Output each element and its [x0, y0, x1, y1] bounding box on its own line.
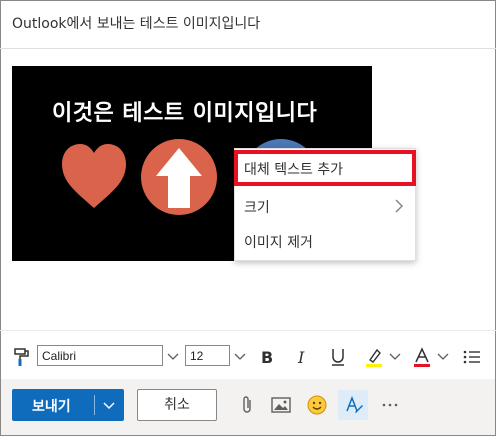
- send-button[interactable]: 보내기: [12, 389, 124, 421]
- chevron-down-icon[interactable]: [231, 347, 249, 365]
- image-context-menu: 대체 텍스트 추가 크기 이미지 제거: [234, 148, 416, 261]
- emoji-icon[interactable]: [305, 393, 329, 417]
- insert-image-icon[interactable]: [269, 393, 293, 417]
- svg-text:B: B: [261, 348, 273, 367]
- underline-icon[interactable]: [326, 345, 350, 369]
- image-title-text: 이것은 테스트 이미지입니다: [52, 101, 318, 126]
- toolbar-divider: [0, 330, 496, 331]
- accessibility-icon[interactable]: [341, 393, 365, 417]
- svg-text:I: I: [297, 348, 305, 367]
- cancel-button[interactable]: 취소: [137, 389, 217, 421]
- subject-text[interactable]: Outlook에서 보내는 테스트 이미지입니다: [12, 13, 260, 33]
- menu-item-size[interactable]: 크기: [235, 189, 415, 223]
- more-options-icon[interactable]: [378, 393, 402, 417]
- chevron-down-icon[interactable]: [386, 347, 404, 365]
- highlight-icon[interactable]: [362, 345, 386, 369]
- send-split-divider: [94, 395, 95, 415]
- chevron-right-icon: [395, 199, 404, 213]
- font-name-input[interactable]: Calibri: [37, 345, 163, 366]
- chevron-down-icon[interactable]: [164, 347, 182, 365]
- subject-divider: [0, 48, 496, 49]
- menu-item-add-alt-text[interactable]: 대체 텍스트 추가: [234, 150, 416, 186]
- font-color-icon[interactable]: [410, 345, 434, 369]
- chevron-down-icon[interactable]: [101, 397, 117, 413]
- chevron-down-icon[interactable]: [434, 347, 452, 365]
- menu-item-remove-image[interactable]: 이미지 제거: [235, 224, 415, 258]
- attach-icon[interactable]: [235, 393, 259, 417]
- italic-icon[interactable]: I: [290, 345, 314, 369]
- bold-icon[interactable]: B: [255, 345, 279, 369]
- heart-shape: [62, 144, 126, 208]
- format-painter-icon[interactable]: [10, 345, 34, 369]
- font-size-input[interactable]: 12: [185, 345, 230, 366]
- bullets-icon[interactable]: [460, 345, 484, 369]
- up-arrow-circle: [141, 139, 217, 215]
